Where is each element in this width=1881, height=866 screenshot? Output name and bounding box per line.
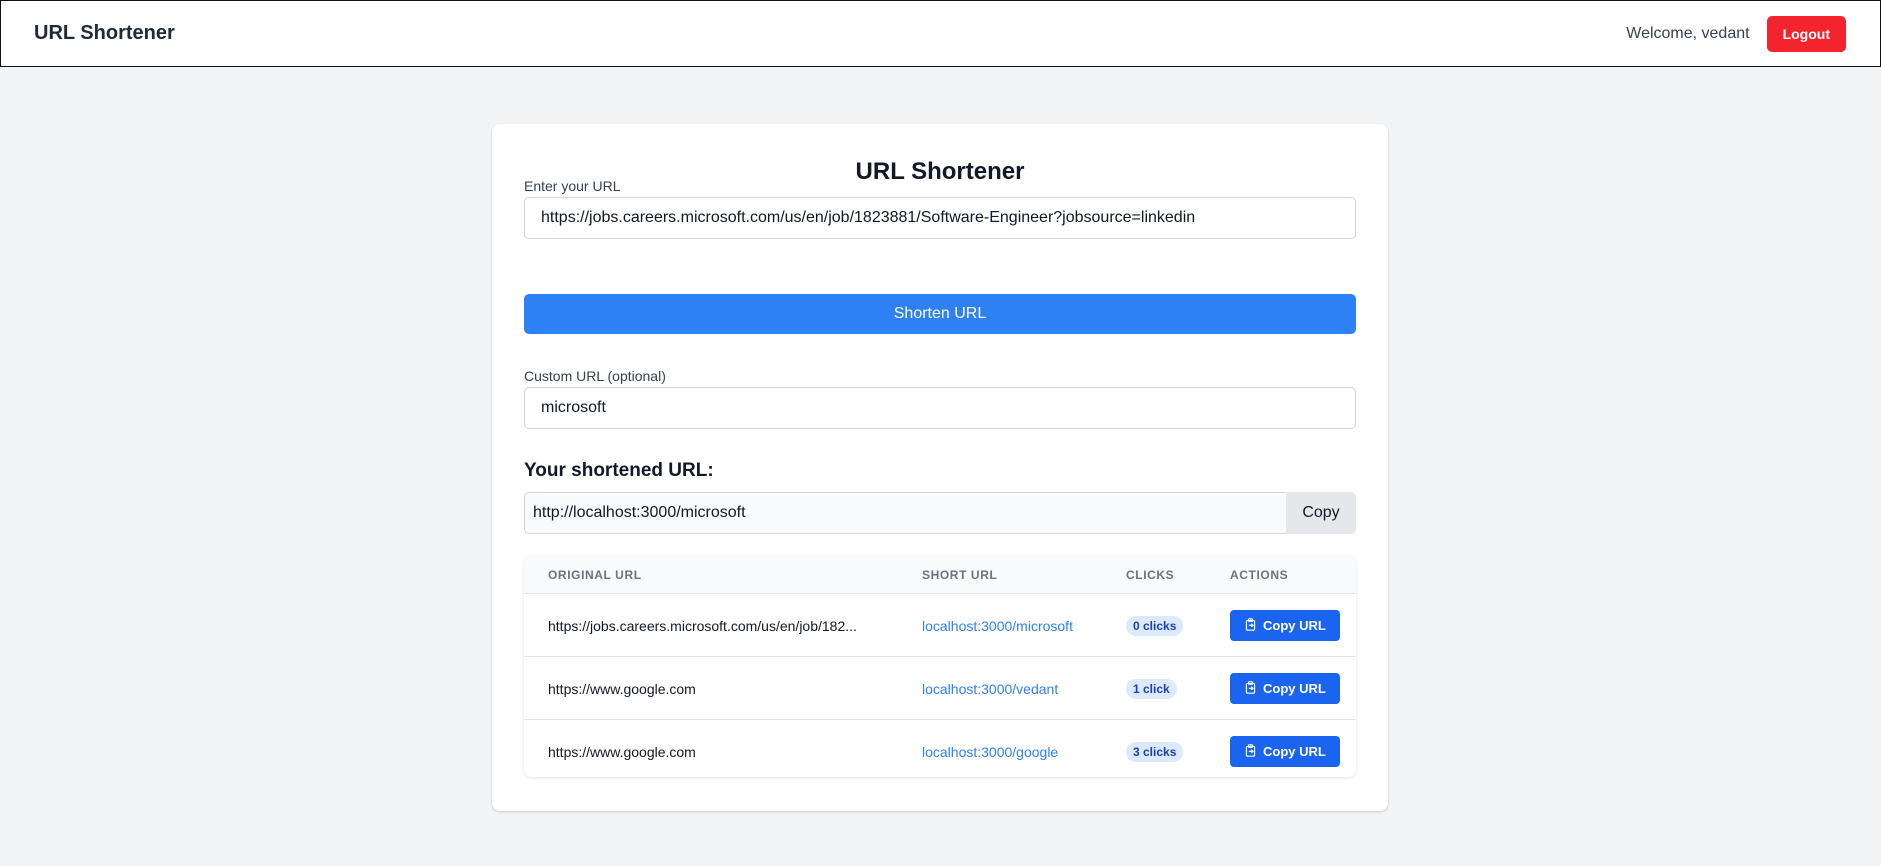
short-url-cell: localhost:3000/google [922,720,1058,777]
header-short-url: SHORT URL [922,567,998,582]
clicks-cell: 0 clicks [1126,594,1184,657]
table-row: https://jobs.careers.microsoft.com/us/en… [524,594,1356,657]
actions-cell: Copy URL [1230,657,1340,720]
header-clicks: CLICKS [1126,567,1175,582]
header-original-url: ORIGINAL URL [548,567,642,582]
original-url-cell: https://jobs.careers.microsoft.com/us/en… [548,617,857,634]
copy-url-button[interactable]: Copy URL [1230,610,1340,641]
clicks-cell: 3 clicks [1126,720,1184,777]
brand-title: URL Shortener [34,22,175,44]
copy-button[interactable]: Copy [1286,492,1356,534]
copy-url-button[interactable]: Copy URL [1230,673,1340,704]
urls-table: ORIGINAL URL SHORT URL CLICKS ACTIONS ht… [524,555,1356,777]
shorten-url-button[interactable]: Shorten URL [524,294,1356,334]
short-url-link[interactable]: localhost:3000/google [922,744,1058,760]
custom-url-input[interactable]: microsoft [524,387,1356,429]
original-url-cell: https://www.google.com [548,680,696,697]
short-url-link[interactable]: localhost:3000/microsoft [922,618,1073,634]
page-title: URL Shortener [855,158,1025,185]
short-url-cell: localhost:3000/vedant [922,657,1058,720]
clicks-badge: 0 clicks [1126,615,1184,636]
clipboard-icon [1244,617,1257,634]
header-actions: ACTIONS [1230,567,1289,582]
table-header: ORIGINAL URL SHORT URL CLICKS ACTIONS [524,555,1356,594]
table-row: https://www.google.com localhost:3000/go… [524,720,1356,777]
clipboard-icon [1244,680,1257,697]
shortened-url-field[interactable]: http://localhost:3000/microsoft [524,492,1286,534]
url-input[interactable]: https://jobs.careers.microsoft.com/us/en… [524,197,1356,239]
short-url-link[interactable]: localhost:3000/vedant [922,681,1058,697]
clicks-badge: 3 clicks [1126,741,1184,762]
shortener-card: URL Shortener Enter your URL https://job… [492,124,1388,811]
logout-button[interactable]: Logout [1766,15,1846,52]
url-field-label: Enter your URL [524,178,621,194]
clipboard-icon [1244,743,1257,760]
copy-url-label: Copy URL [1263,618,1326,633]
copy-url-button[interactable]: Copy URL [1230,736,1340,767]
short-url-cell: localhost:3000/microsoft [922,594,1073,657]
clicks-badge: 1 click [1126,678,1177,699]
shortened-url-row: http://localhost:3000/microsoft Copy [524,492,1356,534]
nav-right: Welcome, vedant Logout [1626,15,1846,52]
copy-url-label: Copy URL [1263,744,1326,759]
welcome-text: Welcome, vedant [1626,24,1750,42]
clicks-cell: 1 click [1126,657,1177,720]
shortened-url-heading: Your shortened URL: [524,460,714,481]
actions-cell: Copy URL [1230,594,1340,657]
original-url-cell: https://www.google.com [548,743,696,760]
copy-url-label: Copy URL [1263,681,1326,696]
actions-cell: Copy URL [1230,720,1340,777]
custom-url-label: Custom URL (optional) [524,368,666,384]
table-row: https://www.google.com localhost:3000/ve… [524,657,1356,720]
navbar: URL Shortener Welcome, vedant Logout [0,0,1881,67]
